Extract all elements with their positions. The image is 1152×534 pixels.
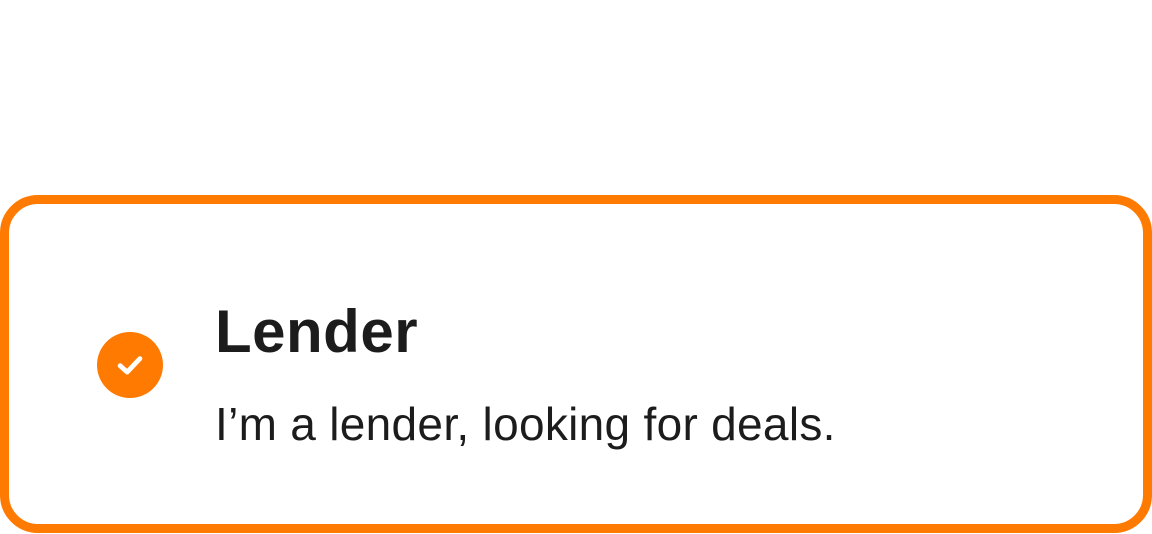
option-description: I’m a lender, looking for deals.	[215, 398, 836, 450]
lender-option-card[interactable]: Lender I’m a lender, looking for deals.	[0, 195, 1152, 533]
check-circle-icon	[97, 332, 163, 398]
option-title: Lender	[215, 298, 419, 365]
page: Lender I’m a lender, looking for deals.	[0, 0, 1152, 534]
checkmark-icon	[117, 356, 143, 375]
